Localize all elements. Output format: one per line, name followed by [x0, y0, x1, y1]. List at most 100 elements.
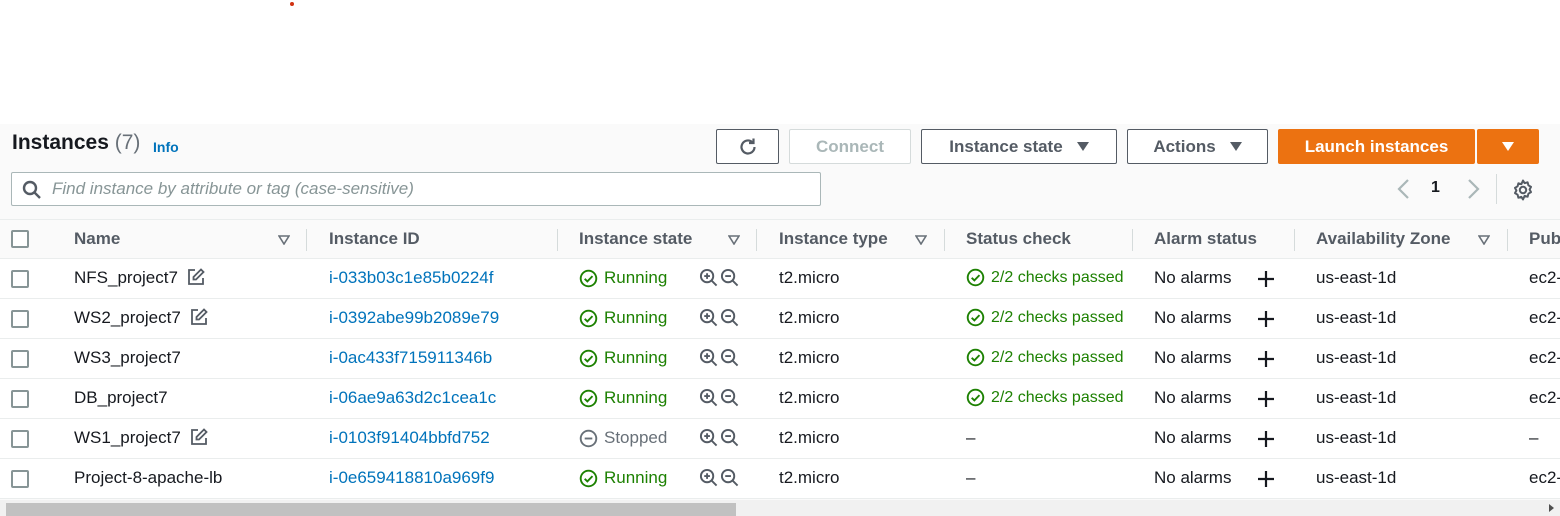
column-divider[interactable]	[756, 229, 757, 251]
zoom-in-icon[interactable]	[699, 348, 718, 367]
sort-icon[interactable]	[1478, 235, 1490, 245]
status-check[interactable]: 2/2 checks passed	[966, 388, 1136, 407]
zoom-out-icon[interactable]	[720, 388, 739, 407]
public-dns: ec2-	[1529, 348, 1560, 367]
chevron-left-icon[interactable]	[1394, 178, 1414, 200]
column-alarm-status[interactable]: Alarm status	[1154, 229, 1257, 249]
public-dns: ec2-	[1529, 268, 1560, 287]
column-instance-id[interactable]: Instance ID	[329, 229, 420, 249]
public-dns: ec2-	[1529, 308, 1560, 327]
table-row[interactable]: NFS_project7 i-033b03c1e85b0224f Running t2…	[0, 259, 1560, 299]
status-check[interactable]: 2/2 checks passed	[966, 348, 1136, 367]
launch-instances-dropdown[interactable]	[1477, 129, 1539, 164]
zoom-in-icon[interactable]	[699, 268, 718, 287]
column-instance-state[interactable]: Instance state	[579, 229, 692, 249]
zoom-out-icon[interactable]	[720, 268, 739, 287]
table-row[interactable]: WS3_project7 i-0ac433f715911346b Running t2…	[0, 339, 1560, 379]
status-check[interactable]: 2/2 checks passed	[966, 308, 1136, 327]
plus-icon[interactable]	[1256, 389, 1276, 409]
row-checkbox[interactable]	[11, 430, 29, 448]
row-checkbox[interactable]	[11, 390, 29, 408]
column-divider[interactable]	[944, 229, 945, 251]
select-all-checkbox[interactable]	[11, 230, 29, 248]
instance-id-link[interactable]: i-0392abe99b2089e79	[329, 308, 499, 328]
zoom-out-icon[interactable]	[720, 308, 739, 327]
alarm-status: No alarms	[1154, 268, 1232, 287]
status-check-text: 2/2 checks passed	[991, 388, 1124, 406]
row-checkbox[interactable]	[11, 310, 29, 328]
instance-count: (7)	[114, 131, 141, 154]
row-checkbox[interactable]	[11, 470, 29, 488]
state-zoom-controls	[699, 468, 739, 487]
plus-icon[interactable]	[1256, 269, 1276, 289]
instance-id-link[interactable]: i-033b03c1e85b0224f	[329, 268, 493, 288]
plus-icon[interactable]	[1256, 469, 1276, 489]
zoom-in-icon[interactable]	[699, 468, 718, 487]
instance-id-link[interactable]: i-0e659418810a969f9	[329, 468, 494, 488]
page-number[interactable]: 1	[1431, 179, 1440, 197]
availability-zone: us-east-1d	[1316, 268, 1397, 287]
column-divider[interactable]	[1507, 229, 1508, 251]
zoom-out-icon[interactable]	[720, 428, 739, 447]
search-input[interactable]	[52, 175, 812, 203]
instance-name: WS1_project7	[74, 428, 181, 447]
instance-state-text: Running	[604, 308, 668, 327]
table-row[interactable]: WS1_project7 i-0103f91404bbfd752 Stopped t2…	[0, 419, 1560, 459]
zoom-out-icon[interactable]	[720, 468, 739, 487]
availability-zone: us-east-1d	[1316, 428, 1397, 447]
instance-id-link[interactable]: i-0103f91404bbfd752	[329, 428, 490, 448]
column-public[interactable]: Pub	[1529, 229, 1560, 249]
instance-type: t2.micro	[779, 468, 840, 487]
sort-icon[interactable]	[278, 235, 290, 245]
table-row[interactable]: Project-8-apache-lb i-0e659418810a969f9 Ru…	[0, 459, 1560, 499]
chevron-right-icon[interactable]	[1463, 178, 1483, 200]
column-divider[interactable]	[306, 229, 307, 251]
instance-id-link[interactable]: i-0ac433f715911346b	[329, 348, 492, 368]
plus-icon[interactable]	[1256, 349, 1276, 369]
actions-dropdown[interactable]: Actions	[1127, 129, 1268, 164]
plus-icon[interactable]	[1256, 429, 1276, 449]
edit-icon[interactable]	[190, 428, 208, 446]
column-name[interactable]: Name	[74, 229, 120, 249]
table-row[interactable]: DB_project7 i-06ae9a63d2c1cea1c Running t2.…	[0, 379, 1560, 419]
launch-instances-button[interactable]: Launch instances	[1278, 129, 1475, 164]
state-zoom-controls	[699, 348, 739, 367]
plus-icon[interactable]	[1256, 309, 1276, 329]
sort-icon[interactable]	[728, 235, 740, 245]
instance-id-link[interactable]: i-06ae9a63d2c1cea1c	[329, 388, 496, 408]
column-divider[interactable]	[557, 229, 558, 251]
scroll-right-arrow-icon[interactable]	[1549, 504, 1554, 512]
horizontal-scrollbar[interactable]	[0, 500, 1560, 516]
connect-button[interactable]: Connect	[789, 129, 911, 164]
caret-down-icon	[1076, 142, 1089, 151]
row-checkbox[interactable]	[11, 350, 29, 368]
status-check[interactable]: 2/2 checks passed	[966, 268, 1136, 287]
table-header: Name Instance ID Instance state Instance…	[0, 219, 1560, 259]
alarm-status: No alarms	[1154, 308, 1232, 327]
sort-icon[interactable]	[915, 235, 927, 245]
gear-icon[interactable]	[1511, 178, 1535, 202]
state-zoom-controls	[699, 428, 739, 447]
check-circle-icon	[966, 388, 985, 407]
scrollbar-thumb[interactable]	[6, 503, 736, 516]
column-status-check[interactable]: Status check	[966, 229, 1071, 249]
pager-divider	[1496, 174, 1497, 204]
check-circle-icon	[579, 269, 598, 287]
column-divider[interactable]	[1132, 229, 1133, 251]
column-divider[interactable]	[1294, 229, 1295, 251]
alarm-status: No alarms	[1154, 468, 1232, 487]
row-checkbox[interactable]	[11, 270, 29, 288]
refresh-button[interactable]	[716, 129, 779, 164]
zoom-in-icon[interactable]	[699, 308, 718, 327]
zoom-in-icon[interactable]	[699, 388, 718, 407]
instance-state-dropdown[interactable]: Instance state	[921, 129, 1117, 164]
info-link[interactable]: Info	[153, 139, 179, 155]
edit-icon[interactable]	[187, 268, 205, 286]
column-instance-type[interactable]: Instance type	[779, 229, 888, 249]
instance-type: t2.micro	[779, 348, 840, 367]
table-row[interactable]: WS2_project7 i-0392abe99b2089e79 Running t2…	[0, 299, 1560, 339]
zoom-out-icon[interactable]	[720, 348, 739, 367]
edit-icon[interactable]	[190, 308, 208, 326]
column-availability-zone[interactable]: Availability Zone	[1316, 229, 1450, 249]
zoom-in-icon[interactable]	[699, 428, 718, 447]
